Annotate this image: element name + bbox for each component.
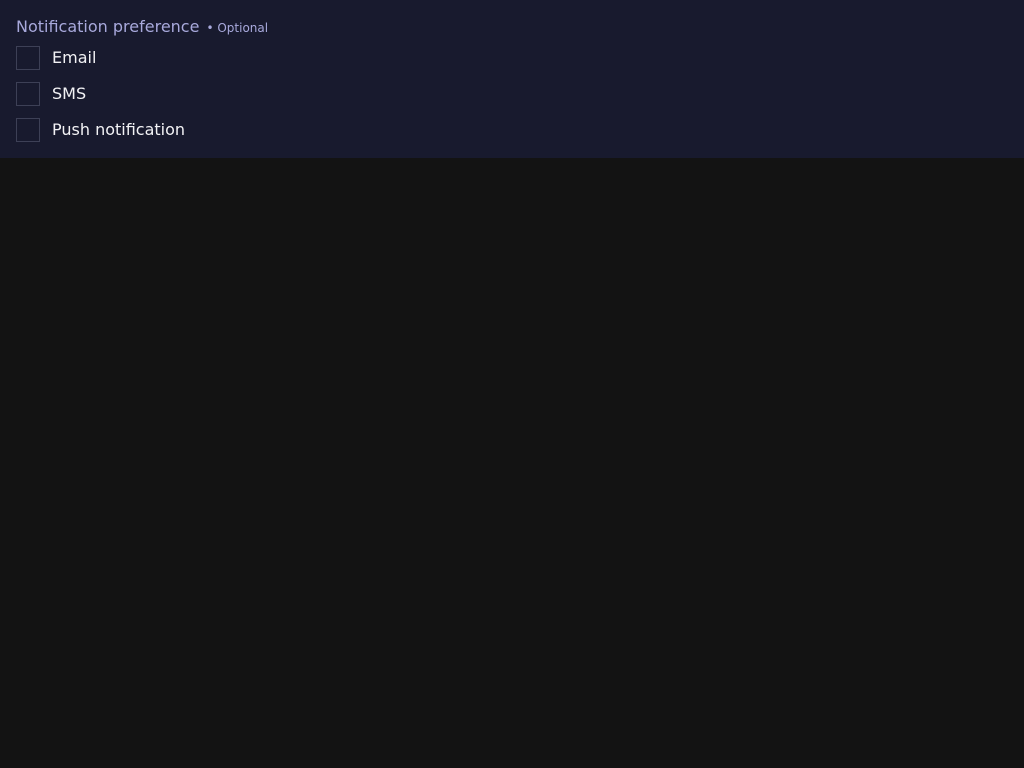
- optional-indicator: • Optional: [206, 21, 269, 35]
- legend-title: Notification preference: [16, 17, 200, 36]
- push-notification-option-label: Push notification: [52, 120, 186, 139]
- notification-preference-legend: Notification preference • Optional: [16, 17, 268, 37]
- sms-checkbox[interactable]: [16, 82, 40, 106]
- push-notification-option[interactable]: Push notification: [16, 118, 185, 142]
- email-option-label: Email: [52, 48, 97, 67]
- email-checkbox[interactable]: [16, 46, 40, 70]
- sms-option-label: SMS: [52, 84, 87, 103]
- push-notification-checkbox[interactable]: [16, 118, 40, 142]
- notification-preference-group: Notification preference • Optional Email…: [0, 0, 1024, 158]
- email-option[interactable]: Email: [16, 46, 96, 70]
- sms-option[interactable]: SMS: [16, 82, 86, 106]
